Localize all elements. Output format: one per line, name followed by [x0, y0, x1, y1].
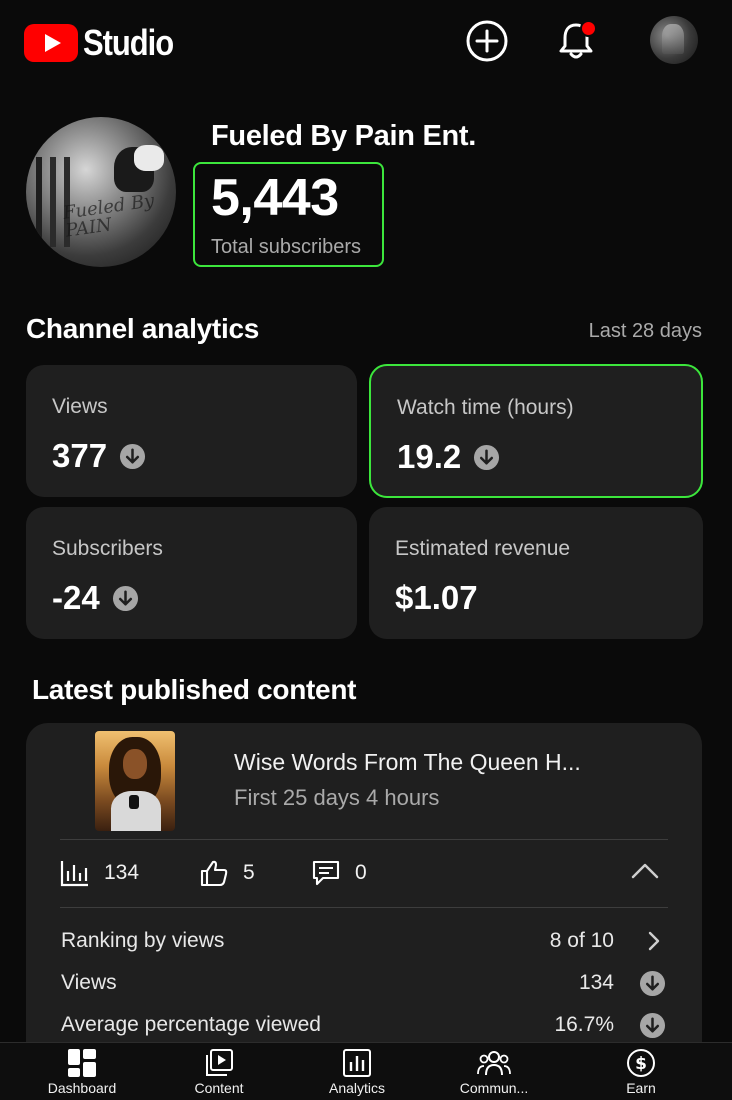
subscriber-count: 5,443	[211, 169, 339, 227]
card-value: 19.2	[397, 438, 462, 475]
total-subscribers-box: 5,443 Total subscribers	[193, 162, 384, 267]
revenue-card[interactable]: Estimated revenue $1.07	[369, 507, 703, 639]
channel-name: Fueled By Pain Ent.	[211, 120, 477, 152]
likes-count: 5	[243, 861, 255, 884]
nav-content[interactable]: Content	[159, 1043, 279, 1100]
youtube-logo-icon	[24, 24, 78, 62]
chevron-up-icon	[631, 863, 659, 879]
analytics-icon	[343, 1049, 371, 1077]
studio-logo[interactable]: Studio	[24, 22, 188, 64]
svg-text:$: $	[635, 1054, 647, 1074]
earn-icon: $	[627, 1049, 655, 1077]
row-value: 8 of 10	[549, 929, 614, 952]
divider	[60, 839, 668, 840]
nav-label: Analytics	[328, 1080, 386, 1096]
avg-percentage-row: Average percentage viewed 16.7%	[61, 1009, 666, 1043]
card-value: $1.07	[395, 579, 478, 616]
card-label: Estimated revenue	[395, 537, 571, 560]
subscriber-label: Total subscribers	[211, 236, 362, 258]
content-icon	[206, 1049, 233, 1076]
app-header: Studio	[0, 0, 732, 84]
card-value: -24	[52, 579, 100, 616]
row-label: Ranking by views	[61, 929, 225, 952]
card-label: Watch time (hours)	[397, 396, 574, 419]
nav-analytics[interactable]: Analytics	[297, 1043, 417, 1100]
video-period: First 25 days 4 hours	[234, 785, 440, 810]
nav-label: Content	[194, 1080, 244, 1096]
nav-dashboard[interactable]: Dashboard	[22, 1043, 142, 1100]
dashboard-icon	[68, 1049, 96, 1077]
views-count: 134	[104, 861, 140, 884]
row-value: 16.7%	[554, 1013, 614, 1036]
create-button[interactable]	[464, 18, 510, 64]
trend-down-icon	[112, 585, 138, 611]
card-label: Subscribers	[52, 537, 163, 560]
trend-down-icon	[120, 443, 146, 469]
ranking-row[interactable]: Ranking by views 8 of 10	[61, 925, 666, 959]
account-avatar[interactable]	[650, 16, 698, 64]
likes-stat: 5	[199, 859, 255, 887]
app-name: Studio	[83, 22, 174, 63]
row-label: Views	[61, 971, 117, 994]
arrow-down-icon	[639, 970, 666, 997]
views-stat: 134	[60, 859, 139, 887]
create-icon	[466, 20, 508, 62]
subscribers-card[interactable]: Subscribers -24	[26, 507, 357, 639]
bar-chart-icon	[60, 861, 88, 887]
community-icon	[477, 1051, 511, 1076]
nav-community[interactable]: Commun...	[434, 1043, 554, 1100]
trend-down-icon	[474, 444, 500, 470]
channel-avatar[interactable]: Fueled By PAIN	[26, 117, 176, 267]
arrow-down-icon	[639, 1012, 666, 1039]
card-label: Views	[52, 395, 108, 418]
nav-earn[interactable]: $ Earn	[581, 1043, 701, 1100]
analytics-title: Channel analytics	[26, 313, 259, 344]
nav-label: Earn	[626, 1080, 656, 1096]
comment-icon	[312, 860, 340, 886]
comments-stat: 0	[311, 859, 367, 887]
thumbs-up-icon	[200, 860, 228, 887]
comments-count: 0	[355, 861, 367, 884]
watch-time-card[interactable]: Watch time (hours) 19.2	[369, 364, 703, 498]
nav-label: Dashboard	[47, 1080, 117, 1096]
divider	[60, 907, 668, 908]
views-card[interactable]: Views 377	[26, 365, 357, 497]
video-title[interactable]: Wise Words From The Queen H...	[234, 749, 581, 776]
row-label: Average percentage viewed	[61, 1013, 321, 1036]
bottom-navigation: Dashboard Content Analytics Commun... $ …	[0, 1042, 732, 1100]
video-thumbnail[interactable]	[95, 731, 175, 831]
collapse-button[interactable]	[630, 860, 660, 887]
notification-badge	[580, 20, 597, 37]
row-value: 134	[578, 971, 614, 994]
channel-avatar-watermark: Fueled By PAIN	[61, 190, 156, 242]
nav-label: Commun...	[459, 1080, 529, 1096]
views-row: Views 134	[61, 967, 666, 1001]
analytics-period: Last 28 days	[588, 320, 702, 342]
latest-content-title: Latest published content	[32, 674, 357, 705]
card-value: 377	[52, 437, 108, 474]
chevron-right-icon	[648, 931, 660, 951]
